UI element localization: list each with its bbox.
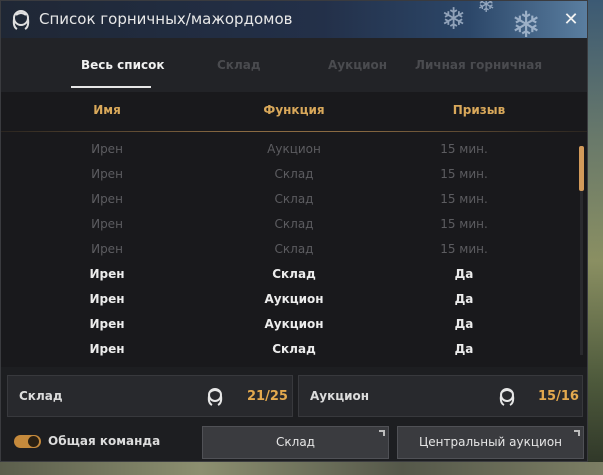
cell-summon: 15 мин.	[440, 167, 488, 181]
cell-name: Ирен	[91, 192, 123, 206]
window-titlebar[interactable]: ❄ ❄ ❄ Список горничных/мажордомов ✕	[1, 1, 587, 38]
active-tab-indicator	[71, 86, 151, 88]
cell-summon: 15 мин.	[440, 242, 488, 256]
table-row[interactable]: Ирен Аукцион Да	[1, 313, 587, 338]
cell-function: Склад	[274, 242, 314, 256]
cell-summon: 15 мин.	[440, 217, 488, 231]
maid-icon	[207, 388, 223, 406]
table-row[interactable]: Ирен Аукцион 15 мин.	[1, 138, 587, 163]
cell-function: Склад	[274, 217, 314, 231]
storage-count-label: Склад	[19, 389, 63, 403]
cell-name: Ирен	[91, 217, 123, 231]
snowflake-icon: ❄	[441, 2, 467, 37]
cell-name: Ирен	[89, 342, 125, 356]
auction-count-label: Аукцион	[310, 389, 370, 403]
maid-icon	[499, 388, 515, 406]
cell-summon: Да	[454, 267, 474, 281]
cell-function: Аукцион	[264, 317, 324, 331]
cell-function: Склад	[274, 167, 314, 181]
cell-function: Склад	[274, 192, 314, 206]
cell-name: Ирен	[91, 142, 123, 156]
tab-auction[interactable]: Аукцион	[328, 58, 387, 72]
cell-name: Ирен	[89, 292, 125, 306]
scrollbar-thumb[interactable]	[579, 146, 584, 191]
cell-name: Ирен	[89, 267, 125, 281]
table-row[interactable]: Ирен Склад 15 мин.	[1, 188, 587, 213]
window-title: Список горничных/мажордомов	[39, 10, 293, 28]
column-header-name[interactable]: Имя	[93, 103, 121, 117]
table-row[interactable]: Ирен Склад 15 мин.	[1, 238, 587, 263]
snowflake-icon: ❄	[511, 5, 542, 39]
cell-summon: Да	[454, 317, 474, 331]
cell-name: Ирен	[91, 167, 123, 181]
general-command-label: Общая команда	[48, 434, 161, 448]
table-row[interactable]: Ирен Склад 15 мин.	[1, 163, 587, 188]
cell-function: Аукцион	[264, 292, 324, 306]
table-row[interactable]: Ирен Склад 15 мин.	[1, 213, 587, 238]
storage-button-label: Склад	[276, 435, 315, 449]
storage-count-box: Склад 21/25	[7, 375, 293, 417]
cell-summon: Да	[454, 342, 474, 356]
cell-summon: Да	[454, 292, 474, 306]
cell-name: Ирен	[89, 317, 125, 331]
expand-corner-icon	[379, 430, 385, 436]
tab-personal-maid[interactable]: Личная горничная	[415, 58, 542, 72]
cell-summon: 15 мин.	[440, 142, 488, 156]
tab-all-list[interactable]: Весь список	[81, 58, 164, 72]
cell-name: Ирен	[91, 242, 123, 256]
expand-corner-icon	[574, 430, 580, 436]
tab-storage[interactable]: Склад	[217, 58, 261, 72]
auction-count-value: 15/16	[538, 389, 579, 404]
cell-summon: 15 мин.	[440, 192, 488, 206]
table-row[interactable]: Ирен Аукцион Да	[1, 288, 587, 313]
game-background-right	[588, 0, 603, 475]
tab-bar: Весь список Склад Аукцион Личная горничн…	[1, 38, 587, 92]
table-row[interactable]: Ирен Склад Да	[1, 263, 587, 288]
table-body: Ирен Аукцион 15 мин. Ирен Склад 15 мин. …	[1, 138, 587, 363]
close-icon: ✕	[563, 9, 579, 30]
central-auction-button-label: Центральный аукцион	[418, 435, 563, 449]
storage-button[interactable]: Склад	[202, 426, 389, 459]
column-header-function[interactable]: Функция	[263, 103, 324, 117]
cell-function: Склад	[272, 342, 316, 356]
close-button[interactable]: ✕	[561, 10, 581, 30]
maid-icon	[12, 10, 30, 30]
maid-list-window: ❄ ❄ ❄ Список горничных/мажордомов ✕ Весь…	[0, 0, 588, 462]
header-divider	[1, 131, 587, 132]
toggle-knob	[28, 436, 39, 447]
auction-count-box: Аукцион 15/16	[298, 375, 583, 417]
column-header-summon[interactable]: Призыв	[453, 103, 505, 117]
cell-function: Аукцион	[267, 142, 321, 156]
general-command-toggle[interactable]	[14, 435, 41, 448]
table-row[interactable]: Ирен Склад Да	[1, 338, 587, 363]
snowflake-icon: ❄	[477, 1, 496, 18]
central-auction-button[interactable]: Центральный аукцион	[397, 426, 584, 459]
storage-count-value: 21/25	[247, 389, 288, 404]
maid-table: Имя Функция Призыв Ирен Аукцион 15 мин. …	[1, 92, 587, 367]
game-background-bottom	[0, 462, 603, 475]
cell-function: Склад	[272, 267, 316, 281]
